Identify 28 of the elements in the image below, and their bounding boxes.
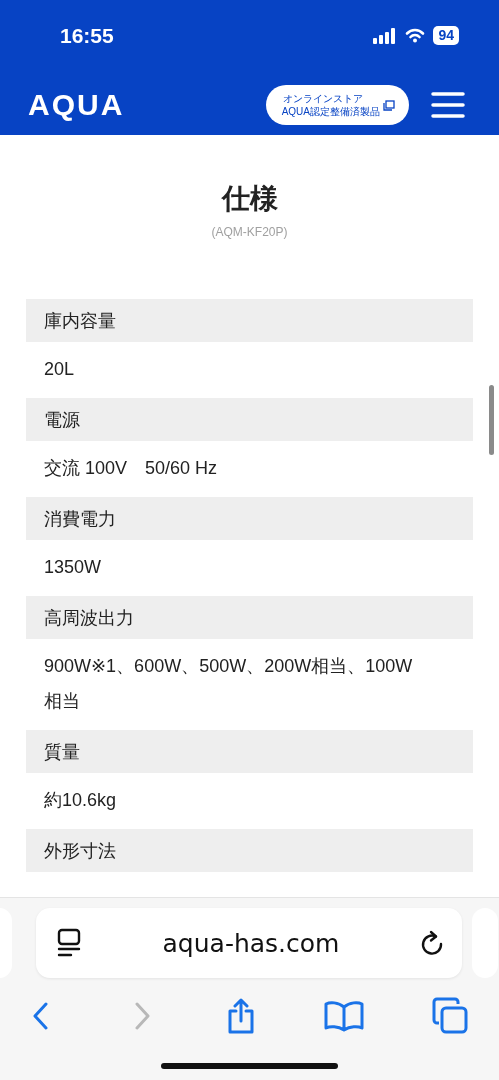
battery-icon: 94 (433, 26, 459, 45)
spec-label: 質量 (26, 730, 473, 773)
spec-label: 庫内容量 (26, 299, 473, 342)
logo[interactable]: AQUA (28, 88, 266, 122)
online-store-button[interactable]: オンラインストア AQUA認定整備済製品 (265, 85, 409, 125)
tabs-icon[interactable] (431, 997, 469, 1035)
menu-icon[interactable] (431, 92, 465, 118)
url-text[interactable]: aqua-has.com (162, 928, 340, 958)
spec-label: 外形寸法 (26, 829, 473, 872)
clock-time: 16:55 (60, 23, 114, 49)
model-number: (AQM-KF20P) (210, 225, 289, 239)
signal-icon (373, 27, 398, 44)
spec-value: 約10.6kg (44, 789, 117, 812)
address-bar[interactable]: aqua-has.com (36, 908, 462, 978)
spec-value: 20L (44, 358, 75, 381)
spec-value: 交流 100V 50/60 Hz (44, 457, 218, 480)
spec-label: 消費電力 (26, 497, 473, 540)
page-title: 仕様 (220, 182, 279, 216)
spec-label: 高周波出力 (26, 596, 473, 639)
scrollbar (489, 385, 494, 455)
new-window-icon (383, 99, 395, 111)
spec-label: 電源 (26, 398, 473, 441)
reader-icon[interactable] (56, 928, 82, 958)
wifi-icon (405, 28, 426, 43)
spec-value: 900W※1、600W、500W、200W相当、100W相当 (44, 655, 414, 713)
reload-icon[interactable] (420, 930, 444, 956)
spec-value: 1350W (44, 556, 102, 579)
bookmarks-icon[interactable] (323, 1000, 364, 1032)
